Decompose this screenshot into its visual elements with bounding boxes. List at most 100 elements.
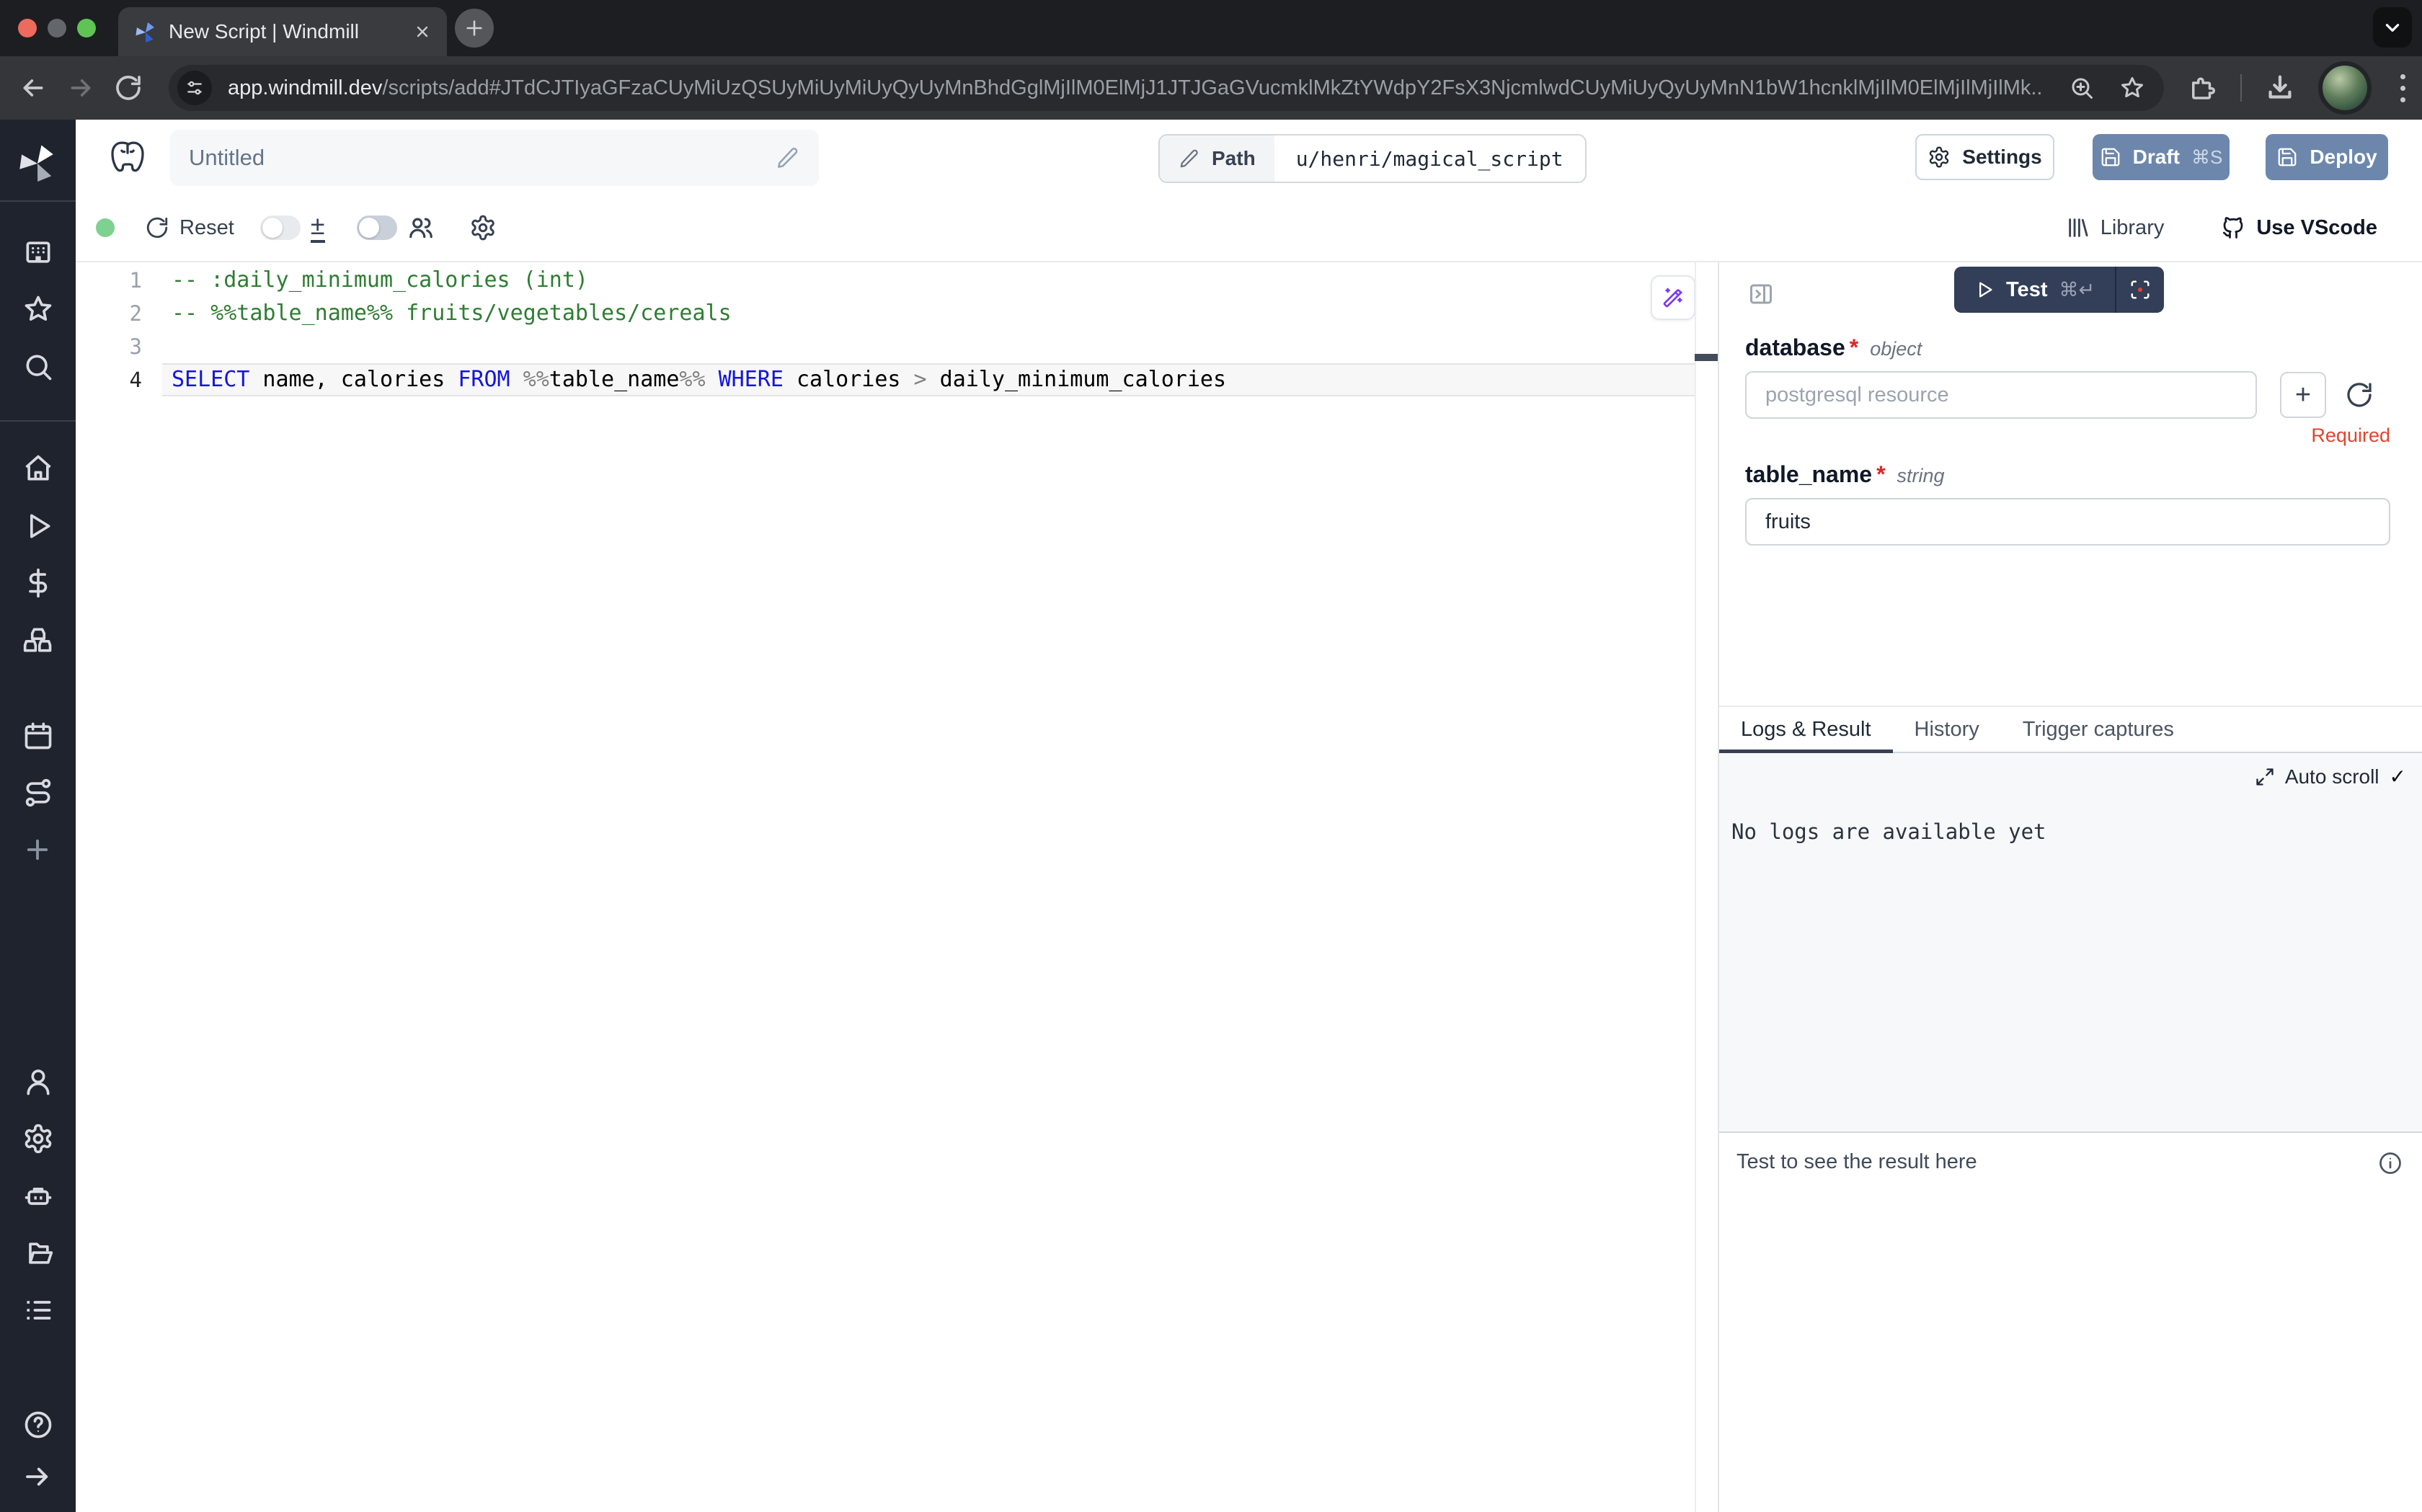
path-chip[interactable]: Path u/henri/magical_script <box>1158 134 1587 183</box>
auto-scroll-label: Auto scroll <box>2285 765 2379 788</box>
minimize-window-button[interactable] <box>48 19 66 37</box>
browser-toolbar: app.windmill.dev/scripts/add#JTdCJTIyaGF… <box>0 56 2422 120</box>
draft-shortcut: ⌘S <box>2191 146 2222 169</box>
library-button[interactable]: Library <box>2066 215 2165 240</box>
code-lines[interactable]: -- :daily_minimum_calories (int) -- %%ta… <box>172 264 1718 396</box>
multiplayer-toggle[interactable] <box>357 215 397 240</box>
sidebar-item-variables[interactable] <box>22 567 54 599</box>
path-pencil-icon <box>1179 148 1200 169</box>
line-number-active: 4 <box>76 363 142 396</box>
bookmark-star-icon[interactable] <box>2119 75 2145 101</box>
collapse-panel-icon[interactable] <box>1748 281 1774 307</box>
tab-logs-result[interactable]: Logs & Result <box>1719 707 1893 752</box>
use-vscode-button[interactable]: Use VScode <box>2220 215 2377 241</box>
sidebar-item-settings[interactable] <box>22 1123 54 1155</box>
database-resource-input[interactable]: postgresql resource <box>1745 371 2257 419</box>
back-icon[interactable] <box>19 74 48 102</box>
main-area: Untitled Path u/henri/magical_script Set… <box>76 120 2422 1512</box>
tab-history[interactable]: History <box>1893 707 2001 752</box>
sidebar-item-triggers[interactable] <box>22 777 54 809</box>
editor-settings-icon[interactable] <box>469 214 497 241</box>
sidebar-item-folders[interactable] <box>22 1237 54 1269</box>
postgresql-icon <box>107 137 148 177</box>
save-icon <box>2100 146 2121 168</box>
close-tab-icon[interactable] <box>414 23 431 40</box>
sidebar-item-workers[interactable] <box>22 1180 54 1211</box>
sidebar-item-workspace[interactable] <box>22 236 54 268</box>
tab-trigger-captures[interactable]: Trigger captures <box>2001 707 2196 752</box>
result-tabs: Logs & Result History Trigger captures <box>1719 706 2422 753</box>
screen: New Script | Windmill app.windmill.dev/s… <box>0 0 2422 1512</box>
reset-label: Reset <box>179 216 234 240</box>
forward-icon[interactable] <box>66 74 95 102</box>
code-editor[interactable]: 1 2 3 4 -- :daily_minimum_calories (int)… <box>76 262 1718 1512</box>
browser-tabbar: New Script | Windmill <box>0 0 2422 56</box>
refresh-resources-icon[interactable] <box>2345 381 2374 409</box>
url-path: /scripts/add#JTdCJTIyaGFzaCUyMiUzQSUyMiU… <box>382 76 2044 99</box>
ai-assistant-button[interactable] <box>1651 275 1695 320</box>
table-name-input[interactable]: fruits <box>1745 498 2390 546</box>
settings-button[interactable]: Settings <box>1915 134 2054 180</box>
browser-tab[interactable]: New Script | Windmill <box>118 7 447 56</box>
sidebar-item-users[interactable] <box>22 1066 54 1098</box>
reload-icon[interactable] <box>114 74 143 102</box>
deploy-label: Deploy <box>2310 146 2377 169</box>
editor-scrollbar-track[interactable] <box>1695 262 1696 1512</box>
code-line: SELECT name, calories FROM %%table_name%… <box>172 363 1718 396</box>
profile-avatar[interactable] <box>2318 61 2372 115</box>
overview-ruler-mark <box>1695 354 1718 361</box>
deploy-button[interactable]: Deploy <box>2266 134 2388 180</box>
expand-icon <box>2255 767 2275 787</box>
sidebar-item-resources[interactable] <box>22 624 54 656</box>
result-hint: Test to see the result here <box>1736 1150 1977 1174</box>
windmill-logo-icon[interactable] <box>17 141 58 183</box>
check-icon: ✓ <box>2390 765 2406 788</box>
draft-button[interactable]: Draft ⌘S <box>2093 134 2230 180</box>
gear-icon <box>1928 146 1951 169</box>
new-tab-button[interactable] <box>455 9 494 48</box>
users-icon <box>407 214 435 241</box>
close-window-button[interactable] <box>18 19 37 37</box>
tab-search-chevron-button[interactable] <box>2373 7 2412 48</box>
sidebar-item-help[interactable] <box>22 1409 54 1441</box>
sidebar-item-schedules[interactable] <box>22 720 54 752</box>
site-settings-icon[interactable] <box>177 71 212 105</box>
logs-empty-message: No logs are available yet <box>1731 819 2046 844</box>
sidebar-expand-icon[interactable] <box>22 1462 53 1492</box>
download-icon[interactable] <box>2263 71 2297 104</box>
url-text: app.windmill.dev/scripts/add#JTdCJTIyaGF… <box>228 76 2044 100</box>
line-number-gutter: 1 2 3 4 <box>76 264 142 396</box>
watch-mode-button[interactable] <box>2116 267 2164 313</box>
draft-label: Draft <box>2133 146 2180 169</box>
url-host: app.windmill.dev <box>228 76 382 99</box>
app-sidebar <box>0 120 76 1512</box>
sidebar-item-search[interactable] <box>22 351 54 383</box>
reset-button[interactable]: Reset <box>145 215 234 240</box>
sidebar-item-audit-logs[interactable] <box>22 1294 54 1326</box>
test-button[interactable]: Test ⌘↵ <box>1954 267 2115 313</box>
toolbar-divider <box>2240 74 2242 102</box>
sidebar-item-runs[interactable] <box>22 510 54 542</box>
diff-toggle[interactable] <box>260 215 301 240</box>
auto-scroll-control[interactable]: Auto scroll ✓ <box>2255 765 2406 788</box>
github-icon <box>2220 215 2246 241</box>
tab-title: New Script | Windmill <box>169 20 414 43</box>
zoom-icon[interactable] <box>2069 75 2095 101</box>
script-summary-input[interactable]: Untitled <box>170 130 819 186</box>
url-bar[interactable]: app.windmill.dev/scripts/add#JTdCJTIyaGF… <box>169 65 2164 111</box>
app-header: Untitled Path u/henri/magical_script Set… <box>76 120 2422 195</box>
result-area: Test to see the result here <box>1719 1131 2422 1512</box>
library-label: Library <box>2101 216 2165 240</box>
sidebar-item-home[interactable] <box>22 453 54 484</box>
script-summary-value: Untitled <box>189 145 776 171</box>
browser-menu-icon[interactable] <box>2393 74 2413 102</box>
extensions-puzzle-icon[interactable] <box>2187 73 2217 103</box>
info-icon[interactable] <box>2377 1150 2403 1176</box>
add-resource-button[interactable]: + <box>2280 372 2326 418</box>
magic-wand-icon <box>1662 286 1685 309</box>
scan-eye-icon <box>2129 279 2151 301</box>
sidebar-item-create[interactable] <box>22 835 53 865</box>
sidebar-item-favorites[interactable] <box>22 293 54 325</box>
fullscreen-window-button[interactable] <box>77 19 96 37</box>
script-arguments: database* object postgresql resource + R… <box>1719 316 2422 546</box>
